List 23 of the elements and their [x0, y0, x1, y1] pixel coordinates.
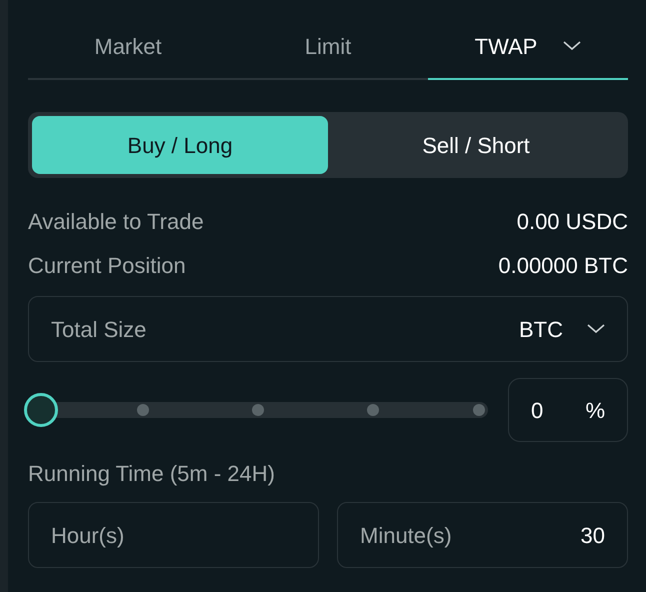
info-label: Current Position [28, 252, 186, 280]
percent-value: 0 [531, 396, 544, 424]
order-type-tab[interactable]: Market [28, 14, 228, 80]
field-value: 30 [580, 522, 605, 550]
slider-thumb[interactable] [24, 393, 58, 427]
time-input-field[interactable]: Hour(s) [28, 502, 319, 568]
chevron-down-icon [587, 324, 605, 334]
order-type-tab[interactable]: Limit [228, 14, 428, 80]
side-toggle-button[interactable]: Buy / Long [32, 116, 328, 174]
time-input-field[interactable]: Minute(s) 30 [337, 502, 628, 568]
unit-dropdown[interactable]: BTC [519, 312, 605, 346]
order-type-tab[interactable]: TWAP [428, 14, 628, 80]
total-size-field[interactable]: Total Size BTC [28, 296, 628, 362]
field-label: Minute(s) [360, 522, 452, 550]
percent-field[interactable]: 0 % [508, 378, 628, 442]
section-label: Running Time (5m - 24H) [28, 460, 276, 488]
percent-unit: % [585, 396, 605, 424]
side-toggle-button[interactable]: Sell / Short [328, 116, 624, 174]
info-value: 0.00000 BTC [498, 252, 628, 280]
field-label: Hour(s) [51, 522, 124, 550]
info-label: Available to Trade [28, 208, 204, 236]
field-label: Total Size [51, 316, 146, 344]
info-value: 0.00 USDC [516, 208, 628, 236]
